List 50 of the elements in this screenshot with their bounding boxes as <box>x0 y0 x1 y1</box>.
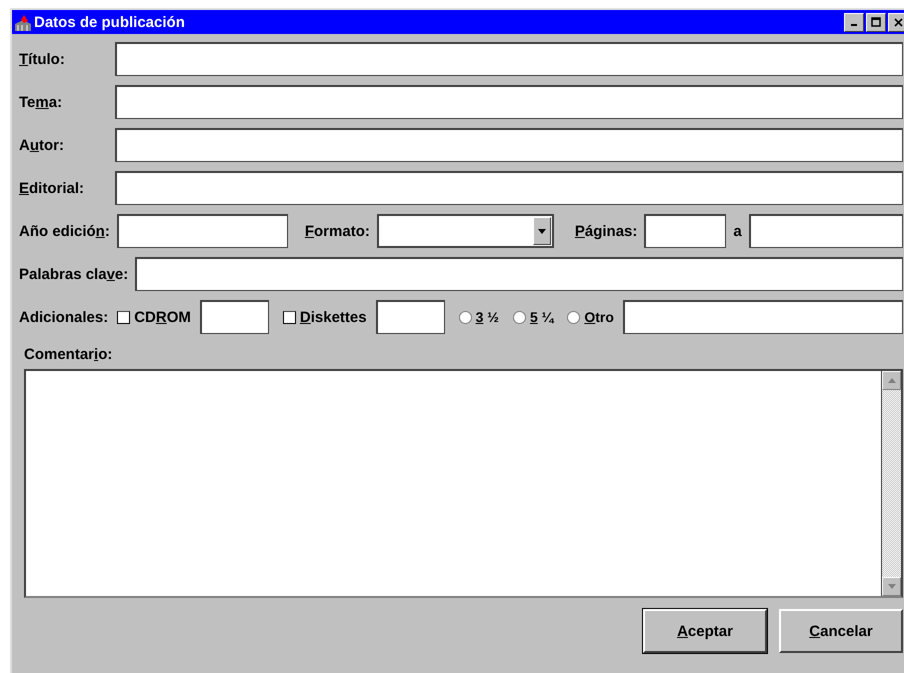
checkbox-label[interactable]: CDROM <box>134 308 191 326</box>
checkbox-label[interactable]: Diskettes <box>300 308 367 326</box>
input-field[interactable] <box>115 85 903 119</box>
radio-label[interactable]: 3 ½ <box>476 309 499 325</box>
scroll-up-button[interactable] <box>882 371 901 390</box>
field-label: Título: <box>19 50 66 68</box>
input-field[interactable] <box>200 300 269 334</box>
radio-label[interactable]: 5 ¼ <box>530 309 554 325</box>
input-field[interactable] <box>115 128 903 162</box>
field-label: Autor: <box>19 136 66 154</box>
field-label: Año edición: <box>19 222 110 240</box>
maximize-button[interactable] <box>866 12 886 32</box>
dropdown[interactable] <box>376 214 554 248</box>
field-label: Adicionales: <box>19 308 108 326</box>
close-button[interactable] <box>888 12 904 32</box>
maximize-icon <box>871 17 881 27</box>
down-arrow-icon <box>888 584 896 589</box>
field-label: Formato: <box>304 222 370 240</box>
scroll-down-button[interactable] <box>882 577 901 596</box>
dialog-button[interactable]: Aceptar <box>643 609 767 653</box>
dropdown-button[interactable] <box>532 217 551 245</box>
input-field[interactable] <box>748 214 903 248</box>
field-label: Palabras clave: <box>19 266 128 282</box>
input-field[interactable] <box>376 300 445 334</box>
radio-button[interactable] <box>512 310 526 324</box>
up-arrow-icon <box>888 378 896 383</box>
input-field[interactable] <box>116 214 288 248</box>
radio-label[interactable]: Otro <box>584 309 614 325</box>
minimize-button[interactable] <box>844 12 864 32</box>
input-field[interactable] <box>644 214 726 248</box>
checkbox[interactable] <box>117 310 130 324</box>
input-field[interactable] <box>115 42 903 76</box>
house-icon <box>14 14 32 30</box>
checkbox[interactable] <box>282 310 296 324</box>
window-title: Datos de publicación <box>34 14 186 30</box>
comment-textarea[interactable] <box>24 369 903 598</box>
close-icon <box>894 18 902 26</box>
radio-button[interactable] <box>458 310 472 324</box>
scrollbar[interactable] <box>881 371 901 596</box>
radio-button[interactable] <box>567 310 580 324</box>
field-label: Tema: <box>19 94 64 110</box>
input-field[interactable] <box>135 257 903 291</box>
field-label: Comentario: <box>24 346 112 362</box>
input-field[interactable] <box>115 171 903 205</box>
input-field[interactable] <box>622 300 903 334</box>
dialog-button[interactable]: Cancelar <box>779 609 903 653</box>
caret-icon <box>538 228 546 234</box>
field-label: a <box>733 222 742 240</box>
field-label: Editorial: <box>19 180 86 196</box>
field-label: Páginas: <box>574 222 638 240</box>
